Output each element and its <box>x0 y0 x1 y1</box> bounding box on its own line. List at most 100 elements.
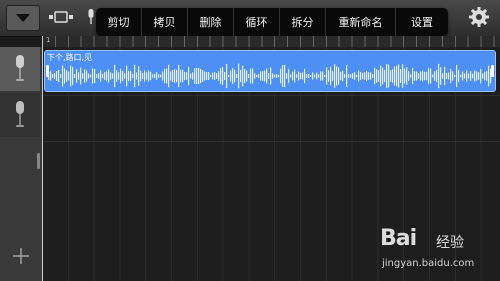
waveform-bar <box>376 69 378 83</box>
waveform-bar <box>114 64 116 88</box>
waveform-bar <box>236 73 238 79</box>
menu-item-settings[interactable]: 设置 <box>396 8 448 36</box>
waveform-bar <box>344 74 346 78</box>
waveform-bar <box>388 64 390 88</box>
waveform-bar <box>426 71 428 81</box>
watermark-logo-suffix: 经验 <box>436 235 464 251</box>
waveform-bar <box>92 68 94 84</box>
waveform-bar <box>476 71 478 81</box>
waveform-bar <box>428 67 430 85</box>
waveform-bar <box>318 74 320 78</box>
waveform-bar <box>142 73 144 79</box>
waveform-bar <box>404 68 406 84</box>
waveform-bar <box>218 71 220 81</box>
waveform-bar <box>78 72 80 80</box>
waveform-bar <box>68 71 70 81</box>
waveform-bar <box>304 68 306 84</box>
track-header-2[interactable] <box>0 93 40 137</box>
waveform-bar <box>104 72 106 80</box>
waveform-bar <box>308 74 310 78</box>
waveform-bar <box>208 71 210 81</box>
waveform-bar <box>182 69 184 83</box>
waveform-bar <box>412 67 414 85</box>
menu-item-delete[interactable]: 删除 <box>188 8 234 36</box>
waveform-bar <box>64 68 66 84</box>
playhead[interactable] <box>42 36 43 281</box>
waveform-bar <box>128 70 130 82</box>
waveform-bar <box>170 71 172 81</box>
waveform-bar <box>242 65 244 87</box>
waveform-bar <box>100 70 102 82</box>
waveform-bar <box>126 65 128 87</box>
waveform-bar <box>298 71 300 81</box>
waveform-bar <box>184 71 186 81</box>
waveform-bar <box>390 70 392 82</box>
waveform-bar <box>132 74 134 78</box>
waveform-bar <box>228 74 230 78</box>
waveform-bar <box>210 74 212 78</box>
waveform-bar <box>204 71 206 81</box>
menu-item-loop[interactable]: 循环 <box>234 8 280 36</box>
waveform-bar <box>454 74 456 78</box>
waveform-bar <box>466 70 468 82</box>
waveform-bar <box>314 74 316 78</box>
waveform-bar <box>240 69 242 83</box>
waveform-bar <box>480 68 482 84</box>
lane-divider <box>42 95 500 96</box>
waveform-bar <box>438 63 440 89</box>
waveform-bar <box>400 68 402 84</box>
microphone-icon <box>16 101 24 127</box>
waveform-bar <box>66 70 68 82</box>
waveform-bar <box>374 67 376 85</box>
waveform-bar <box>206 72 208 80</box>
waveform-bar <box>410 74 412 78</box>
waveform-bar <box>430 68 432 84</box>
waveform-bar <box>406 67 408 85</box>
waveform-bar <box>274 74 276 78</box>
waveform-bar <box>396 65 398 87</box>
region-trim-handle-right[interactable] <box>491 65 494 77</box>
waveform-bar <box>82 73 84 79</box>
waveform <box>48 63 492 89</box>
waveform-bar <box>138 66 140 86</box>
audio-region[interactable]: 下个,路口,见 <box>44 50 496 92</box>
waveform-bar <box>350 74 352 78</box>
menu-item-rename[interactable]: 重新命名 <box>326 8 396 36</box>
waveform-bar <box>152 74 154 78</box>
waveform-bar <box>336 66 338 86</box>
waveform-bar <box>446 72 448 80</box>
waveform-bar <box>362 72 364 80</box>
menu-item-cut[interactable]: 剪切 <box>96 8 142 36</box>
lane-divider <box>42 141 500 142</box>
waveform-bar <box>300 72 302 80</box>
menu-item-copy[interactable]: 拷贝 <box>142 8 188 36</box>
track-view-button[interactable] <box>46 5 76 29</box>
plus-icon[interactable] <box>12 247 30 265</box>
waveform-bar <box>172 69 174 83</box>
waveform-bar <box>256 74 258 78</box>
waveform-bar <box>346 65 348 87</box>
track-scroll-handle[interactable] <box>37 153 40 169</box>
waveform-bar <box>452 71 454 81</box>
waveform-bar <box>196 67 198 85</box>
waveform-bar <box>214 72 216 80</box>
menu-dropdown-button[interactable] <box>6 5 40 31</box>
waveform-bar <box>416 71 418 81</box>
waveform-bar <box>270 67 272 85</box>
waveform-bar <box>234 69 236 83</box>
waveform-bar <box>260 71 262 81</box>
watermark-url: jingyan.baidu.com <box>382 258 475 269</box>
settings-button[interactable] <box>466 5 492 29</box>
waveform-bar <box>178 64 180 88</box>
waveform-bar <box>418 73 420 79</box>
watermark-logo-text: Bai <box>380 226 417 251</box>
waveform-bar <box>160 74 162 78</box>
waveform-bar <box>326 67 328 85</box>
track-header-1[interactable] <box>0 47 40 91</box>
waveform-bar <box>348 74 350 78</box>
waveform-bar <box>470 71 472 81</box>
waveform-bar <box>50 71 52 81</box>
waveform-bar <box>70 65 72 87</box>
region-trim-handle-left[interactable] <box>46 65 49 77</box>
menu-item-split[interactable]: 拆分 <box>280 8 326 36</box>
